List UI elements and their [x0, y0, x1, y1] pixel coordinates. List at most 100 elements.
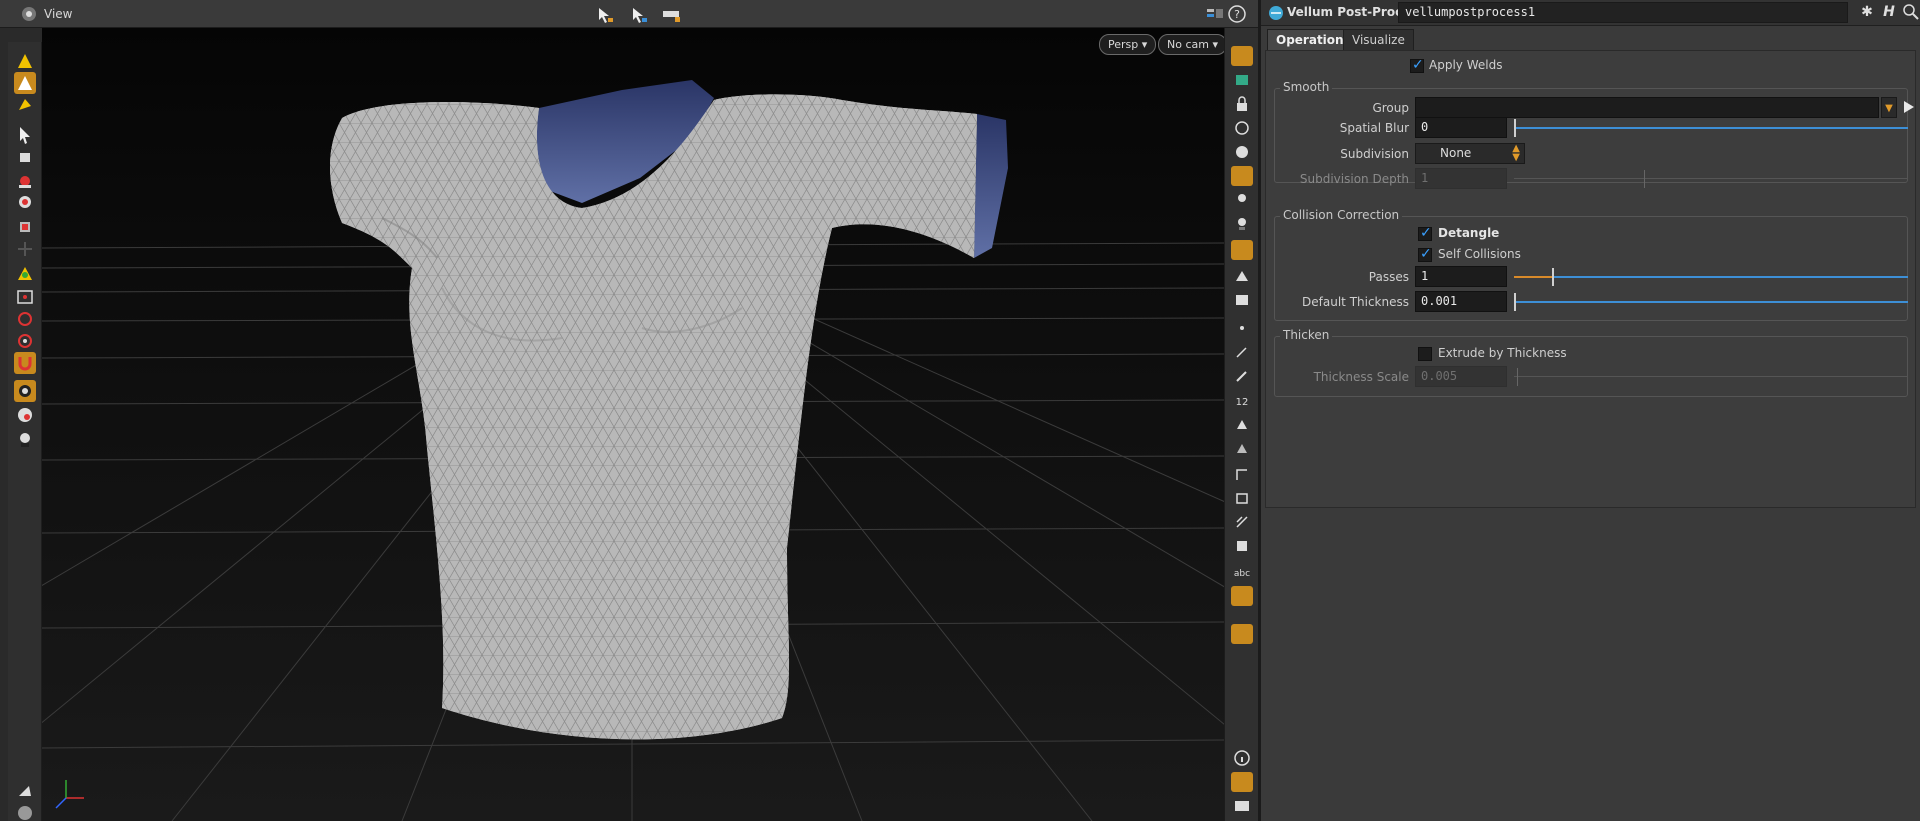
edge-display-icon[interactable] — [1231, 464, 1253, 484]
detangle-checkbox[interactable]: ✓ — [1418, 225, 1432, 241]
group-dropdown-arrow-icon[interactable]: ▼ — [1881, 97, 1897, 118]
check-icon: ✓ — [1420, 225, 1432, 241]
camera-menu[interactable]: No cam ▾ — [1158, 34, 1227, 55]
pose-tool-icon[interactable] — [14, 262, 36, 284]
scene-display-icon[interactable] — [1231, 70, 1253, 90]
point-numbers-icon[interactable]: 12 — [1231, 390, 1253, 410]
spatial-blur-slider-track[interactable] — [1514, 127, 1908, 129]
passes-slider-handle[interactable] — [1552, 268, 1554, 286]
updown-arrows-icon: ▲ ▼ — [1512, 143, 1520, 163]
svg-text:12: 12 — [1236, 397, 1249, 408]
shadow-display-icon[interactable] — [1231, 214, 1253, 234]
point-display-icon[interactable] — [1231, 318, 1253, 338]
layout-toggle[interactable] — [1231, 772, 1253, 792]
label-display-icon[interactable]: abc — [1231, 562, 1253, 582]
info-icon[interactable] — [1231, 748, 1253, 768]
rotate-tool-icon[interactable] — [14, 192, 36, 214]
subdivision-depth-field: 1 — [1415, 168, 1507, 189]
select-mode-icon[interactable] — [594, 4, 616, 26]
tab-visualize[interactable]: Visualize — [1343, 29, 1414, 50]
subdivision-depth-slider-handle — [1644, 170, 1645, 188]
viewer-help-glyph: ? — [1234, 8, 1240, 21]
prim-normals-icon[interactable] — [1231, 438, 1253, 458]
edit-points-tool-icon[interactable] — [14, 72, 36, 94]
3d-viewport[interactable] — [42, 28, 1224, 821]
viewer-title: View — [44, 7, 73, 21]
perspective-menu-label: Persp — [1108, 38, 1139, 51]
transform-tool-icon[interactable] — [14, 238, 36, 260]
prim-snap-icon[interactable] — [14, 308, 36, 330]
perspective-menu[interactable]: Persp ▾ — [1099, 34, 1157, 55]
default-thickness-field[interactable]: 0.001 — [1415, 291, 1507, 312]
snapshot-icon[interactable] — [14, 802, 36, 821]
apply-welds-checkbox[interactable]: ✓ — [1410, 57, 1424, 73]
extrude-by-thickness-checkbox[interactable] — [1418, 347, 1432, 361]
passes-slider-fill[interactable] — [1514, 276, 1552, 278]
thicken-folder — [1274, 336, 1908, 397]
display-set-toggle[interactable] — [1231, 46, 1253, 66]
viewport-titlebar: View ? — [0, 0, 1258, 28]
passes-slider-track[interactable] — [1552, 276, 1908, 278]
pointer-tool-icon[interactable] — [14, 124, 36, 146]
viewer-camera-icon[interactable] — [18, 3, 40, 25]
uv-display-icon[interactable] — [1231, 488, 1253, 508]
passes-label: Passes — [1368, 270, 1409, 284]
group-field[interactable] — [1415, 97, 1879, 118]
view-tool-icon[interactable] — [14, 146, 36, 168]
detangle-label: Detangle — [1438, 226, 1500, 240]
spatial-blur-field[interactable]: 0 — [1415, 117, 1507, 138]
search-icon[interactable] — [1901, 2, 1920, 22]
move-tool-icon[interactable] — [14, 170, 36, 192]
self-collisions-label: Self Collisions — [1438, 247, 1521, 261]
scale-tool-icon[interactable] — [14, 216, 36, 238]
viewport-scene — [42, 28, 1224, 821]
viewer-help-icon[interactable]: ? — [1226, 3, 1248, 25]
crease-display-icon[interactable] — [1231, 512, 1253, 532]
extrude-by-thickness-label: Extrude by Thickness — [1438, 346, 1567, 360]
thickness-scale-slider-track — [1514, 376, 1908, 377]
background-image-toggle[interactable] — [1231, 586, 1253, 606]
display-options-icon[interactable] — [1204, 4, 1226, 26]
group-label: Group — [1372, 101, 1409, 115]
magnet-snap-icon[interactable] — [14, 352, 36, 374]
light-display-icon[interactable] — [1231, 190, 1253, 210]
viewport-pane: View ? Persp ▾ No cam ▾ 12 abc — [0, 0, 1258, 821]
secure-selection-icon[interactable] — [628, 4, 650, 26]
persp-camera-icon[interactable] — [14, 780, 36, 802]
group-select-arrow-icon[interactable] — [1902, 99, 1916, 115]
gear-icon[interactable]: ✱ — [1857, 2, 1877, 22]
collision-correction-title: Collision Correction — [1280, 208, 1403, 222]
default-thickness-slider-track[interactable] — [1514, 301, 1908, 303]
viewport-settings-icon[interactable] — [1231, 796, 1253, 816]
select-tool-icon[interactable] — [14, 50, 36, 72]
node-name-field[interactable]: vellumpostprocess1 — [1398, 2, 1848, 23]
check-icon: ✓ — [1420, 246, 1432, 262]
smooth-folder-title: Smooth — [1280, 80, 1333, 94]
render-region-icon[interactable] — [14, 404, 36, 426]
subdivision-label: Subdivision — [1340, 147, 1409, 161]
self-collisions-checkbox[interactable]: ✓ — [1418, 246, 1432, 262]
vellum-node-icon — [1269, 6, 1283, 20]
edit-primitives-tool-icon[interactable] — [14, 94, 36, 116]
thickness-scale-label: Thickness Scale — [1313, 370, 1409, 384]
spatial-blur-slider-handle[interactable] — [1514, 119, 1516, 137]
svg-text:abc: abc — [1234, 569, 1250, 579]
grid-snap-icon[interactable] — [14, 286, 36, 308]
prim-display-icon[interactable] — [1231, 414, 1253, 434]
default-thickness-slider-handle[interactable] — [1514, 293, 1516, 311]
viewport-lighting-toggle[interactable] — [1231, 624, 1253, 644]
subdivision-value: None — [1440, 146, 1472, 160]
point-snap-icon[interactable] — [14, 330, 36, 352]
handle-mode-icon[interactable] — [660, 4, 682, 26]
normal-display-icon[interactable] — [1231, 342, 1253, 362]
ambient-occlusion-toggle[interactable] — [1231, 240, 1253, 260]
thicken-folder-title: Thicken — [1280, 328, 1333, 342]
camera-view-icon[interactable] — [14, 380, 36, 402]
hull-display-icon[interactable] — [1231, 536, 1253, 556]
passes-field[interactable]: 1 — [1415, 266, 1507, 287]
subdivision-menu[interactable]: None ▲ ▼ — [1415, 143, 1525, 164]
default-thickness-label: Default Thickness — [1302, 295, 1409, 309]
operations-panel: ✓ Apply Welds Smooth Group ▼ Spatial Blu… — [1265, 50, 1916, 508]
houdini-logo-icon[interactable]: H — [1879, 2, 1899, 22]
light-tool-icon[interactable] — [14, 428, 36, 450]
